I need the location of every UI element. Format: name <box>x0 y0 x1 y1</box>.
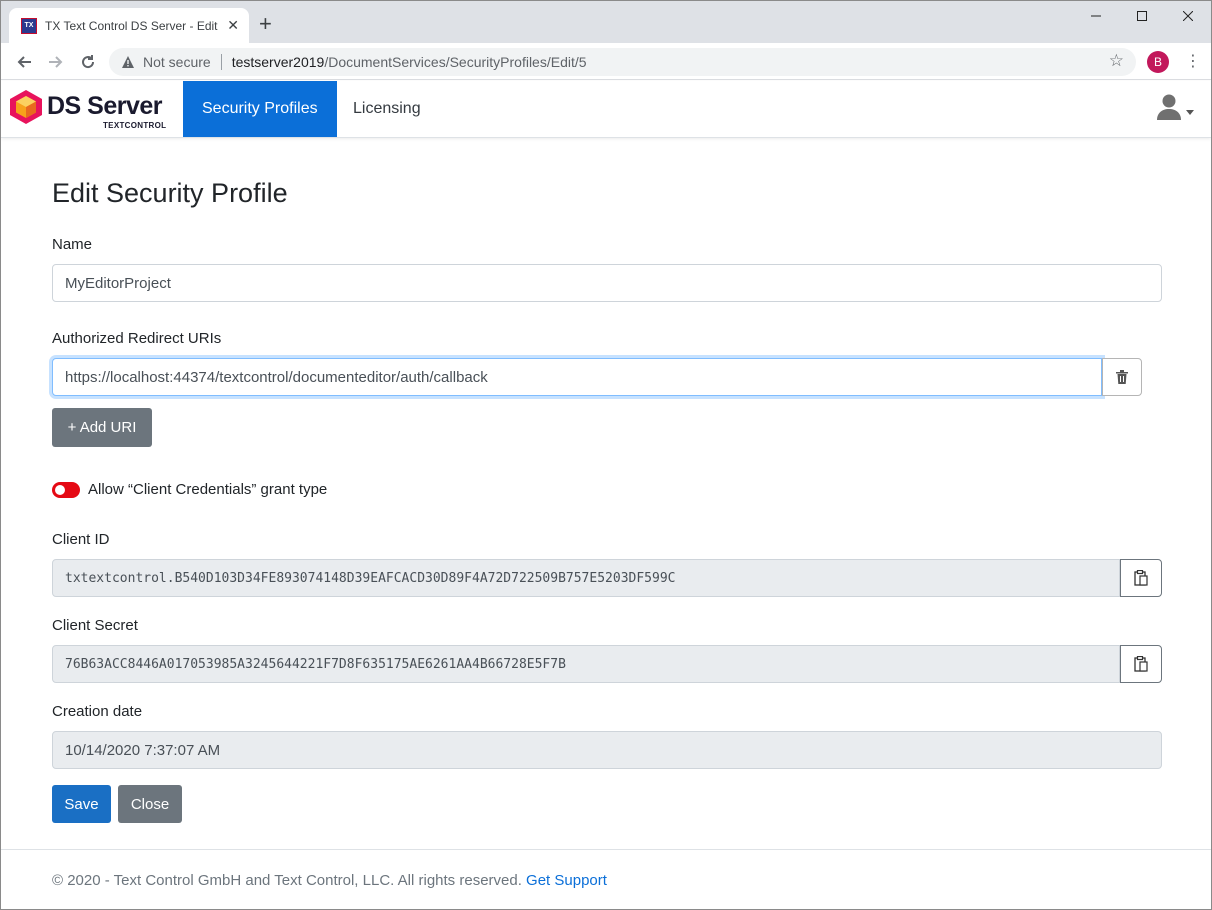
client-credentials-toggle[interactable] <box>52 481 80 498</box>
bookmark-star-icon[interactable]: ☆ <box>1109 51 1124 71</box>
creation-date-label: Creation date <box>52 703 143 720</box>
minimize-icon[interactable] <box>1073 1 1119 31</box>
client-credentials-toggle-row: Allow “Client Credentials” grant type <box>52 481 327 498</box>
trash-icon <box>1116 370 1128 384</box>
clipboard-icon <box>1134 570 1148 586</box>
tab-title: TX Text Control DS Server - Edit S <box>45 18 222 33</box>
delete-uri-button[interactable] <box>1102 358 1142 396</box>
browser-tab[interactable]: TX TX Text Control DS Server - Edit S ✕ <box>9 8 249 43</box>
not-secure-label: Not secure <box>143 54 211 70</box>
maximize-icon[interactable] <box>1119 1 1165 31</box>
warning-icon <box>122 56 134 68</box>
client-credentials-label: Allow “Client Credentials” grant type <box>88 481 328 498</box>
copyright-text: © 2020 - Text Control GmbH and Text Cont… <box>52 872 527 889</box>
browser-menu-icon[interactable]: ⋮ <box>1185 51 1201 73</box>
name-input[interactable]: MyEditorProject <box>52 264 1162 302</box>
redirect-uri-input[interactable]: https://localhost:44374/textcontrol/docu… <box>52 358 1102 396</box>
close-window-icon[interactable] <box>1165 1 1211 31</box>
profile-avatar[interactable]: B <box>1147 51 1169 73</box>
url-host: testserver2019 <box>231 54 325 70</box>
save-button[interactable]: Save <box>52 785 111 823</box>
client-id-label: Client ID <box>52 531 110 548</box>
back-icon[interactable] <box>13 51 35 73</box>
window-controls <box>1073 1 1211 31</box>
user-menu[interactable] <box>1156 93 1194 121</box>
forward-icon[interactable] <box>45 51 67 73</box>
page-title: Edit Security Profile <box>52 178 288 208</box>
omnibox-divider <box>220 54 222 70</box>
new-tab-icon[interactable]: + <box>259 13 272 35</box>
tab-strip: TX TX Text Control DS Server - Edit S ✕ … <box>1 1 1211 43</box>
toggle-knob <box>55 484 65 495</box>
client-id-field[interactable]: txtextcontrol.B540D103D34FE893074148D39E… <box>52 559 1120 597</box>
app-navbar: DS Server TEXTCONTROL Security Profiles … <box>1 81 1211 138</box>
brand-subtitle: TEXTCONTROL <box>103 121 167 130</box>
user-icon <box>1157 94 1181 120</box>
add-uri-button[interactable]: + Add URI <box>52 408 152 447</box>
brand-logo[interactable]: DS Server TEXTCONTROL <box>9 89 174 133</box>
footer-text: © 2020 - Text Control GmbH and Text Cont… <box>52 872 607 889</box>
creation-date-field: 10/14/2020 7:37:07 AM <box>52 731 1162 769</box>
address-bar[interactable]: Not secure testserver2019/DocumentServic… <box>109 48 1136 76</box>
redirect-uris-label: Authorized Redirect URIs <box>52 330 222 347</box>
copy-client-secret-button[interactable] <box>1120 645 1162 683</box>
get-support-link[interactable]: Get Support <box>526 872 607 889</box>
name-label: Name <box>52 236 93 253</box>
copy-client-id-button[interactable] <box>1120 559 1162 597</box>
reload-icon[interactable] <box>77 51 99 73</box>
client-secret-label: Client Secret <box>52 617 138 634</box>
chevron-down-icon <box>1186 110 1194 115</box>
nav-security-profiles[interactable]: Security Profiles <box>183 81 337 137</box>
clipboard-icon <box>1134 656 1148 672</box>
nav-licensing[interactable]: Licensing <box>334 81 440 137</box>
browser-window: TX TX Text Control DS Server - Edit S ✕ … <box>0 0 1212 910</box>
client-secret-field[interactable]: 76B63ACC8446A017053985A3245644221F7D8F63… <box>52 645 1120 683</box>
favicon-icon: TX <box>21 17 37 34</box>
close-tab-icon[interactable]: ✕ <box>227 17 239 34</box>
ds-server-logo-icon <box>10 90 42 124</box>
brand-name: DS Server <box>47 92 163 120</box>
url-path: /DocumentServices/SecurityProfiles/Edit/… <box>324 54 587 70</box>
browser-toolbar: Not secure testserver2019/DocumentServic… <box>1 43 1211 80</box>
close-button[interactable]: Close <box>118 785 182 823</box>
page-footer: © 2020 - Text Control GmbH and Text Cont… <box>1 849 1211 909</box>
